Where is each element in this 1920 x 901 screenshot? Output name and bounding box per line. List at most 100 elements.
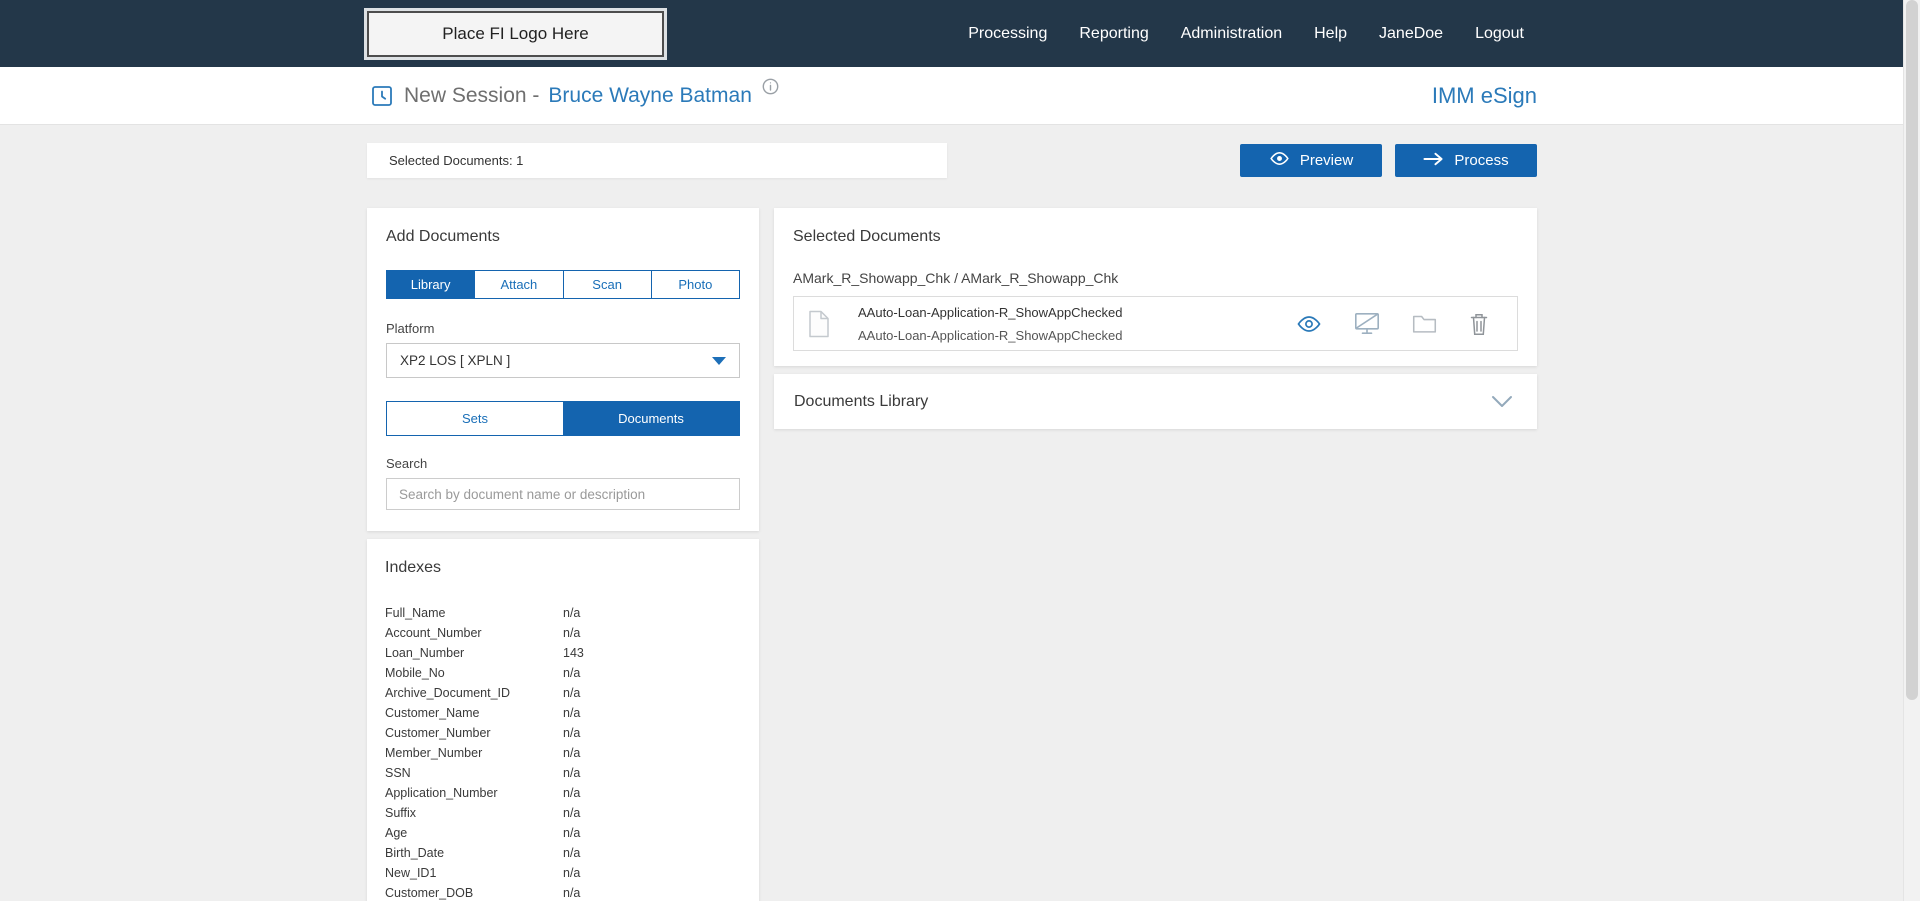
index-value: n/a xyxy=(563,746,581,760)
selected-document-row: AAuto-Loan-Application-R_ShowAppChecked … xyxy=(793,296,1518,351)
documents-library-panel[interactable]: Documents Library xyxy=(774,374,1537,429)
index-row: Birth_Date n/a xyxy=(385,843,741,863)
index-value: n/a xyxy=(563,786,581,800)
view-document-eye-icon[interactable] xyxy=(1296,315,1322,333)
index-label: Customer_DOB xyxy=(385,886,474,900)
nav-logout[interactable]: Logout xyxy=(1475,25,1524,43)
scrollbar-thumb[interactable] xyxy=(1906,0,1918,700)
index-label: Customer_Name xyxy=(385,706,480,720)
folder-icon[interactable] xyxy=(1412,314,1437,334)
info-icon[interactable] xyxy=(762,78,779,95)
index-value: n/a xyxy=(563,666,581,680)
document-name-block: AAuto-Loan-Application-R_ShowAppChecked … xyxy=(858,301,1123,347)
index-label: Birth_Date xyxy=(385,846,445,860)
fi-logo-text: Place FI Logo Here xyxy=(442,23,589,43)
preview-button-label: Preview xyxy=(1299,152,1354,169)
add-documents-title: Add Documents xyxy=(386,228,500,245)
index-value: n/a xyxy=(563,686,581,700)
index-value: n/a xyxy=(563,866,581,880)
selected-documents-count: Selected Documents: 1 xyxy=(389,153,524,168)
nav-help[interactable]: Help xyxy=(1314,25,1347,43)
left-column: Add Documents Library Attach Scan Photo … xyxy=(367,208,759,901)
chevron-down-icon[interactable] xyxy=(1491,395,1513,408)
index-row: Account_Number n/a xyxy=(385,623,741,643)
sets-toggle-button[interactable]: Sets xyxy=(387,402,563,435)
index-value: n/a xyxy=(563,766,581,780)
documents-toggle-button[interactable]: Documents xyxy=(563,402,739,435)
index-label: Loan_Number xyxy=(385,646,465,660)
add-documents-tabbar: Library Attach Scan Photo xyxy=(386,270,740,299)
platform-select-value: XP2 LOS [ XPLN ] xyxy=(400,353,511,368)
top-nav-menu: Processing Reporting Administration Help… xyxy=(968,25,1524,43)
index-label: Mobile_No xyxy=(385,666,445,680)
selected-documents-title: Selected Documents xyxy=(793,228,941,245)
main-content: Selected Documents: 1 Preview Process Ad… xyxy=(0,125,1920,901)
index-row: Loan_Number 143 xyxy=(385,643,741,663)
documents-library-title: Documents Library xyxy=(794,392,929,410)
index-label: Account_Number xyxy=(385,626,482,640)
index-row: Full_Name n/a xyxy=(385,603,741,623)
session-clock-icon xyxy=(370,84,394,108)
index-label: Application_Number xyxy=(385,786,498,800)
index-label: Customer_Number xyxy=(385,726,491,740)
selected-documents-summary: Selected Documents: 1 xyxy=(367,143,947,178)
nav-processing[interactable]: Processing xyxy=(968,25,1047,43)
page-title: New Session - xyxy=(404,83,540,107)
indexes-panel: Indexes Full_Name n/a Account_Number n/a xyxy=(367,539,759,901)
add-documents-panel: Add Documents Library Attach Scan Photo … xyxy=(367,208,759,531)
index-label: Age xyxy=(385,826,408,840)
index-row: Customer_Name n/a xyxy=(385,703,741,723)
process-button-label: Process xyxy=(1454,152,1509,169)
fi-logo-placeholder: Place FI Logo Here xyxy=(367,10,664,57)
right-column: Selected Documents AMark_R_Showapp_Chk /… xyxy=(774,208,1537,429)
index-row: Age n/a xyxy=(385,823,741,843)
document-actions xyxy=(1296,312,1489,336)
index-label: SSN xyxy=(385,766,411,780)
search-label: Search xyxy=(386,456,428,471)
nav-administration[interactable]: Administration xyxy=(1181,25,1282,43)
document-set-path: AMark_R_Showapp_Chk / AMark_R_Showapp_Ch… xyxy=(793,270,1119,286)
index-value: 143 xyxy=(563,646,584,660)
tab-photo[interactable]: Photo xyxy=(650,271,739,298)
toolbar-row: Selected Documents: 1 Preview Process xyxy=(367,143,1537,178)
tab-library[interactable]: Library xyxy=(387,271,475,298)
index-label: Suffix xyxy=(385,806,417,820)
session-customer-link[interactable]: Bruce Wayne Batman xyxy=(548,84,751,108)
index-value: n/a xyxy=(563,606,581,620)
index-row: SSN n/a xyxy=(385,763,741,783)
index-value: n/a xyxy=(563,726,581,740)
document-search-input[interactable] xyxy=(386,478,740,510)
index-row: Archive_Document_ID n/a xyxy=(385,683,741,703)
delete-trash-icon[interactable] xyxy=(1469,312,1489,336)
tab-attach[interactable]: Attach xyxy=(474,271,563,298)
process-button[interactable]: Process xyxy=(1395,144,1537,177)
index-value: n/a xyxy=(563,806,581,820)
top-navigation-bar: Place FI Logo Here Processing Reporting … xyxy=(0,0,1920,67)
index-label: Archive_Document_ID xyxy=(385,686,511,700)
nav-reporting[interactable]: Reporting xyxy=(1079,25,1148,43)
selected-documents-panel: Selected Documents AMark_R_Showapp_Chk /… xyxy=(774,208,1537,366)
sets-documents-toggle: Sets Documents xyxy=(386,401,740,436)
index-label: Member_Number xyxy=(385,746,483,760)
index-value: n/a xyxy=(563,706,581,720)
document-description: AAuto-Loan-Application-R_ShowAppChecked xyxy=(858,327,1123,343)
platform-select[interactable]: XP2 LOS [ XPLN ] xyxy=(386,343,740,378)
index-label: Full_Name xyxy=(385,606,446,620)
index-row: Customer_Number n/a xyxy=(385,723,741,743)
brand-title: IMM eSign xyxy=(1431,82,1537,108)
document-icon xyxy=(808,310,830,338)
index-row: Suffix n/a xyxy=(385,803,741,823)
document-name: AAuto-Loan-Application-R_ShowAppChecked xyxy=(858,304,1123,320)
eye-icon xyxy=(1269,151,1290,170)
index-row: Member_Number n/a xyxy=(385,743,741,763)
vertical-scrollbar[interactable] xyxy=(1903,0,1920,901)
index-row: Customer_DOB n/a xyxy=(385,883,741,901)
platform-label: Platform xyxy=(386,321,435,336)
index-row: Mobile_No n/a xyxy=(385,663,741,683)
in-person-signing-monitor-icon[interactable] xyxy=(1354,312,1380,335)
tab-scan[interactable]: Scan xyxy=(562,271,651,298)
index-value: n/a xyxy=(563,626,581,640)
page-header: New Session - Bruce Wayne Batman IMM eSi… xyxy=(0,67,1920,125)
preview-button[interactable]: Preview xyxy=(1240,144,1382,177)
nav-user-janedoe[interactable]: JaneDoe xyxy=(1379,25,1443,43)
